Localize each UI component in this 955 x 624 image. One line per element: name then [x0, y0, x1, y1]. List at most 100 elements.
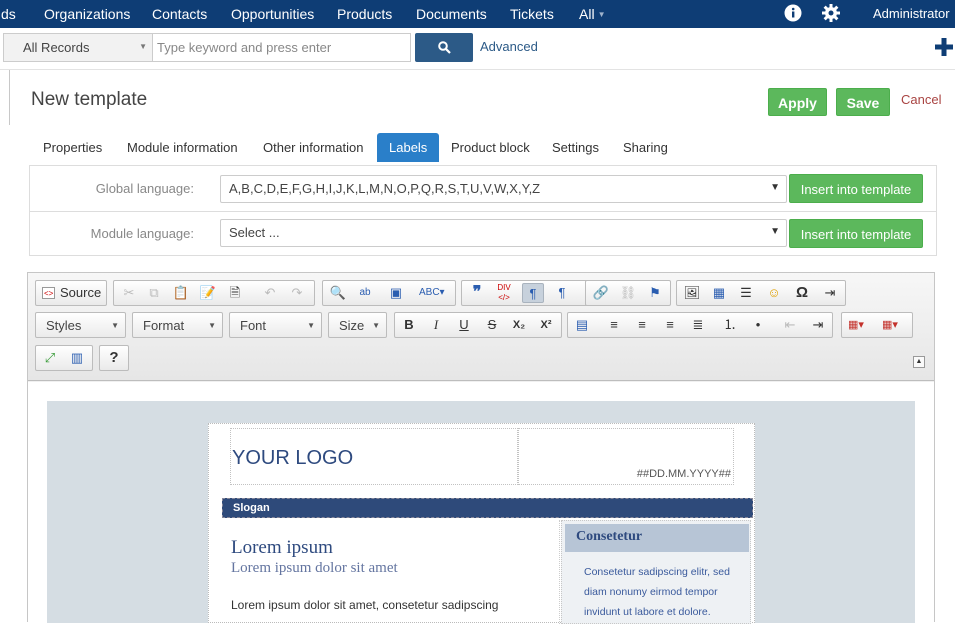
nav-item-products[interactable]: Products [337, 6, 392, 22]
logo-text: YOUR LOGO [232, 447, 354, 469]
strike-icon[interactable]: S [481, 315, 503, 335]
view-group: ⤢ ▥ [35, 345, 93, 371]
superscript-icon[interactable]: X² [535, 315, 557, 335]
maximize-icon[interactable]: ⤢ [39, 348, 61, 368]
bold-icon[interactable]: B [398, 315, 420, 335]
user-menu[interactable]: Administrator [873, 6, 950, 21]
font-select[interactable]: Font ▼ [229, 312, 322, 338]
info-icon[interactable] [784, 4, 802, 22]
save-button[interactable]: Save [836, 88, 890, 116]
format-select[interactable]: Format ▼ [132, 312, 223, 338]
search-input[interactable] [152, 33, 411, 62]
size-select[interactable]: Size ▼ [328, 312, 387, 338]
bg-color-icon[interactable]: ▦▾ [879, 315, 901, 335]
insert-global-button[interactable]: Insert into template [789, 174, 923, 203]
labels-panel: Global language: A,B,C,D,E,F,G,H,I,J,K,L… [29, 165, 937, 256]
nav-item-leads[interactable]: ds [1, 6, 16, 22]
numbered-list-icon[interactable]: ⒈ [719, 315, 741, 335]
nav-item-organizations[interactable]: Organizations [44, 6, 130, 22]
text-color-icon[interactable]: ▦▾ [845, 315, 867, 335]
tab-properties[interactable]: Properties [43, 133, 102, 162]
link-group: 🔗 ⛓ ⚑ [585, 280, 671, 306]
size-label: Size [339, 318, 365, 333]
nav-item-all[interactable]: All ▼ [579, 6, 605, 22]
replace-icon[interactable]: ab [354, 283, 376, 303]
date-placeholder: ##DD.MM.YYYY## [636, 468, 731, 480]
select-all-icon[interactable]: ▣ [385, 283, 407, 303]
spellcheck-icon[interactable]: ABC▾ [419, 283, 445, 303]
module-language-value: Select ... [229, 225, 280, 240]
align-right-icon[interactable]: ≡ [659, 315, 681, 335]
nav-all-label: All [579, 6, 595, 22]
link-icon[interactable]: 🔗 [590, 283, 612, 303]
blockquote-icon[interactable]: ❞ [466, 283, 488, 303]
outdent-icon[interactable]: ⇤ [779, 315, 801, 335]
special-char-icon[interactable]: Ω [791, 283, 813, 303]
align-left-icon[interactable]: ≡ [603, 315, 625, 335]
insert-module-button[interactable]: Insert into template [789, 219, 923, 248]
template-canvas: YOUR LOGO ##DD.MM.YYYY## Slogan Lorem ip… [47, 401, 915, 624]
page-break-icon[interactable]: ⇥ [819, 283, 841, 303]
tab-labels[interactable]: Labels [377, 133, 440, 162]
find-icon[interactable]: 🔍 [327, 283, 349, 303]
bullet-list-icon[interactable]: • [747, 315, 769, 335]
cut-icon[interactable]: ✂ [118, 283, 140, 303]
remove-format-icon[interactable]: ▤ [571, 315, 593, 335]
ltr-icon[interactable]: ¶ [522, 283, 544, 303]
tab-product-block[interactable]: Product block [451, 133, 530, 162]
anchor-flag-icon[interactable]: ⚑ [644, 283, 666, 303]
template-heading: Lorem ipsum [231, 537, 333, 558]
redo-icon[interactable]: ↷ [286, 283, 308, 303]
create-div-icon[interactable]: DIV </> [493, 283, 515, 303]
advanced-search-link[interactable]: Advanced [480, 39, 538, 54]
underline-icon[interactable]: U [453, 315, 475, 335]
nav-item-contacts[interactable]: Contacts [152, 6, 207, 22]
nav-item-documents[interactable]: Documents [416, 6, 487, 22]
gear-icon[interactable] [821, 3, 841, 23]
rtl-icon[interactable]: ¶ [551, 283, 573, 303]
image-icon[interactable]: 🖼 [681, 283, 703, 303]
clipboard-group: ✂ ⧉ 📋 📝 🗎 ↶ ↷ [113, 280, 315, 306]
undo-icon[interactable]: ↶ [259, 283, 281, 303]
table-icon[interactable]: ▦ [708, 283, 730, 303]
caret-down-icon: ▼ [372, 321, 380, 330]
horizontal-rule-icon[interactable]: ☰ [735, 283, 757, 303]
top-nav: ds Organizations Contacts Opportunities … [0, 0, 955, 28]
show-blocks-icon[interactable]: ▥ [66, 348, 88, 368]
paste-word-icon[interactable]: 🗎 [224, 283, 246, 303]
divider [9, 70, 10, 125]
collapse-toolbar-icon[interactable]: ▲ [913, 356, 925, 368]
indent-icon[interactable]: ⇥ [807, 315, 829, 335]
apply-button[interactable]: Apply [768, 88, 827, 116]
subscript-icon[interactable]: X₂ [508, 315, 530, 335]
cancel-link[interactable]: Cancel [901, 92, 941, 107]
smiley-icon[interactable]: ☺ [763, 283, 785, 303]
caret-down-icon: ▼ [597, 10, 606, 19]
italic-icon[interactable]: I [425, 315, 447, 335]
search-button[interactable] [415, 33, 473, 62]
unlink-icon[interactable]: ⛓ [617, 283, 639, 303]
tab-sharing[interactable]: Sharing [623, 133, 668, 162]
paste-text-icon[interactable]: 📝 [197, 283, 219, 303]
copy-icon[interactable]: ⧉ [143, 283, 165, 303]
tab-module-information[interactable]: Module information [127, 133, 238, 162]
search-icon [438, 41, 451, 54]
editor-content[interactable]: YOUR LOGO ##DD.MM.YYYY## Slogan Lorem ip… [28, 382, 934, 624]
align-center-icon[interactable]: ≡ [631, 315, 653, 335]
module-language-select[interactable]: Select ... ▼ [220, 219, 787, 247]
source-button[interactable]: <> Source [38, 283, 104, 303]
caret-down-icon: ▼ [139, 42, 147, 51]
records-select[interactable]: All Records ▼ [3, 33, 153, 62]
justify-icon[interactable]: ≣ [687, 315, 709, 335]
font-label: Font [240, 318, 267, 333]
global-language-select[interactable]: A,B,C,D,E,F,G,H,I,J,K,L,M,N,O,P,Q,R,S,T,… [220, 175, 787, 203]
tab-other-information[interactable]: Other information [263, 133, 363, 162]
nav-item-tickets[interactable]: Tickets [510, 6, 554, 22]
help-icon[interactable]: ? [103, 348, 125, 368]
plus-icon[interactable] [934, 37, 954, 57]
help-group: ? [99, 345, 129, 371]
paste-icon[interactable]: 📋 [170, 283, 192, 303]
styles-select[interactable]: Styles ▼ [35, 312, 126, 338]
nav-item-opportunities[interactable]: Opportunities [231, 6, 314, 22]
tab-settings[interactable]: Settings [552, 133, 599, 162]
